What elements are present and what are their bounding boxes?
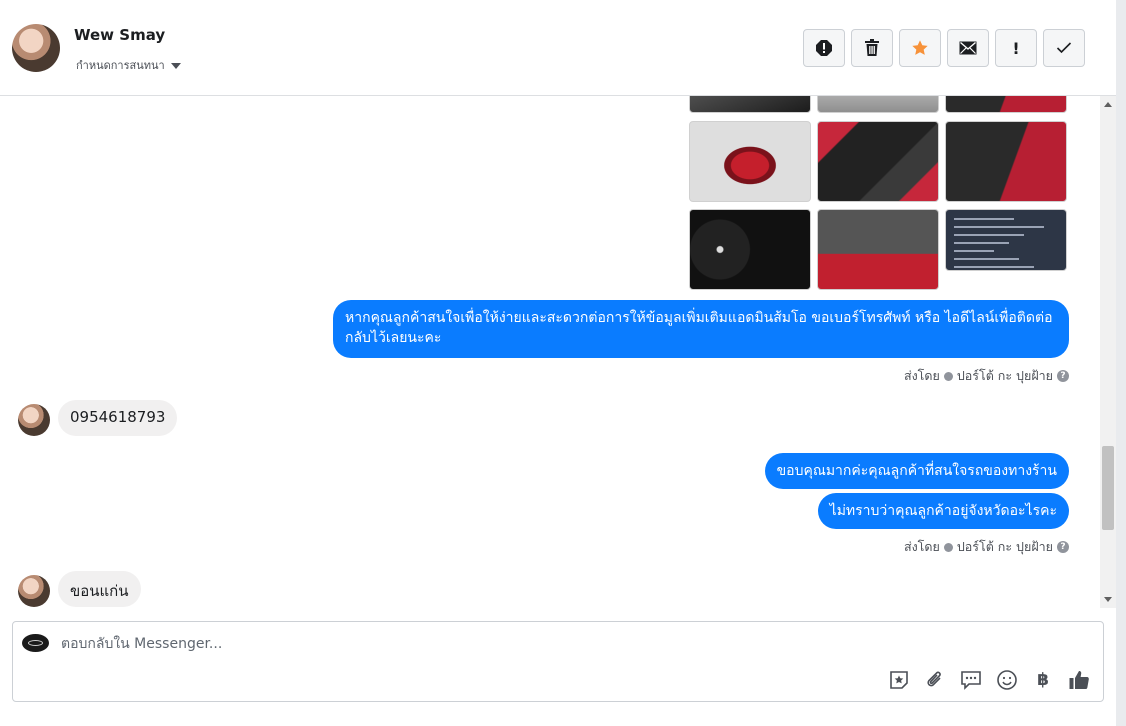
mail-icon <box>959 41 977 55</box>
star-icon <box>912 40 928 55</box>
message-thread: หากคุณลูกค้าสนใจเพื่อให้ง่ายและสะดวกต่อก… <box>0 96 1100 608</box>
star-button[interactable] <box>899 29 941 67</box>
doc-line <box>954 226 1044 228</box>
reply-composer: ฿ <box>12 621 1104 702</box>
saved-replies-button[interactable] <box>959 668 983 692</box>
image-tile[interactable] <box>945 96 1067 113</box>
doc-line <box>954 266 1034 268</box>
image-tile[interactable] <box>817 209 939 290</box>
page-logo-avatar <box>22 634 49 652</box>
doc-line <box>954 218 1014 220</box>
page-logo-mark <box>28 640 43 646</box>
sticker-icon <box>890 671 908 689</box>
caret-down-icon <box>170 62 181 69</box>
report-icon <box>816 40 832 56</box>
payment-icon: ฿ <box>1037 670 1049 690</box>
contact-name[interactable]: Wew Smay <box>74 26 165 44</box>
sent-by-prefix: ส่งโดย <box>903 539 940 554</box>
attachment-icon <box>927 671 941 687</box>
mark-unread-button[interactable] <box>947 29 989 67</box>
trash-icon <box>865 39 879 56</box>
outgoing-message[interactable]: ขอบคุณมากค่ะคุณลูกค้าที่สนใจรถของทางร้าน <box>764 453 1069 489</box>
scroll-down-arrow-icon[interactable] <box>1104 597 1112 602</box>
sticker-button[interactable] <box>887 668 911 692</box>
composer-tools: ฿ <box>887 668 1091 692</box>
doc-line <box>954 242 1009 244</box>
conversation-header: Wew Smay กำหนดการสนทนา ! <box>0 0 1116 96</box>
doc-line <box>954 234 1024 236</box>
attach-file-button[interactable] <box>923 668 947 692</box>
payment-button[interactable]: ฿ <box>1031 668 1055 692</box>
thread-scrollbar[interactable] <box>1100 96 1116 608</box>
inbox-conversation-panel: Wew Smay กำหนดการสนทนา ! หากคุณลูกค้าสนใ… <box>0 0 1116 726</box>
header-actions: ! <box>803 29 1085 67</box>
emoji-icon <box>997 670 1017 690</box>
incoming-message[interactable]: 0954618793 <box>58 400 178 436</box>
image-tile[interactable] <box>945 121 1067 202</box>
mark-done-button[interactable] <box>1043 29 1085 67</box>
report-spam-button[interactable] <box>803 29 845 67</box>
image-tile[interactable] <box>817 96 939 113</box>
status-dot-icon <box>943 371 953 381</box>
check-icon <box>1056 42 1072 54</box>
help-icon[interactable]: ? <box>1057 370 1069 382</box>
image-tile[interactable] <box>945 209 1067 271</box>
scroll-thumb[interactable] <box>1102 446 1114 530</box>
incoming-message[interactable]: ขอนแก่น <box>58 571 141 607</box>
follow-up-button[interactable]: ! <box>995 29 1037 67</box>
status-dot-icon <box>943 542 953 552</box>
like-button[interactable] <box>1067 668 1091 692</box>
delete-button[interactable] <box>851 29 893 67</box>
image-tile[interactable] <box>689 209 811 290</box>
outgoing-message[interactable]: หากคุณลูกค้าสนใจเพื่อให้ง่ายและสะดวกต่อก… <box>333 300 1069 358</box>
image-tile[interactable] <box>689 121 811 202</box>
sent-by-info: ส่งโดย ปอร์โต้ กะ ปุยฝ้าย ? <box>904 537 1069 557</box>
conversation-options-dropdown[interactable]: กำหนดการสนทนา <box>76 56 181 74</box>
mark-important-icon: ! <box>1012 38 1020 58</box>
contact-avatar-small[interactable] <box>18 575 50 607</box>
reply-input[interactable] <box>61 634 861 654</box>
doc-line <box>954 258 1019 260</box>
contact-avatar-small[interactable] <box>18 404 50 436</box>
help-icon[interactable]: ? <box>1057 541 1069 553</box>
sent-by-name[interactable]: ปอร์โต้ กะ ปุยฝ้าย <box>957 366 1053 386</box>
sent-by-name[interactable]: ปอร์โต้ กะ ปุยฝ้าย <box>957 537 1053 557</box>
like-icon <box>1069 671 1089 689</box>
conversation-options-label: กำหนดการสนทนา <box>76 59 165 72</box>
emoji-button[interactable] <box>995 668 1019 692</box>
scroll-up-arrow-icon[interactable] <box>1104 102 1112 107</box>
sent-by-prefix: ส่งโดย <box>903 368 940 383</box>
sent-by-info: ส่งโดย ปอร์โต้ กะ ปุยฝ้าย ? <box>904 366 1069 386</box>
image-tile[interactable] <box>689 96 811 113</box>
doc-line <box>954 250 994 252</box>
outgoing-message[interactable]: ไม่ทราบว่าคุณลูกค้าอยู่จังหวัดอะไรคะ <box>817 493 1069 529</box>
saved-reply-icon <box>961 671 981 690</box>
image-tile[interactable] <box>817 121 939 202</box>
contact-avatar[interactable] <box>12 24 60 72</box>
